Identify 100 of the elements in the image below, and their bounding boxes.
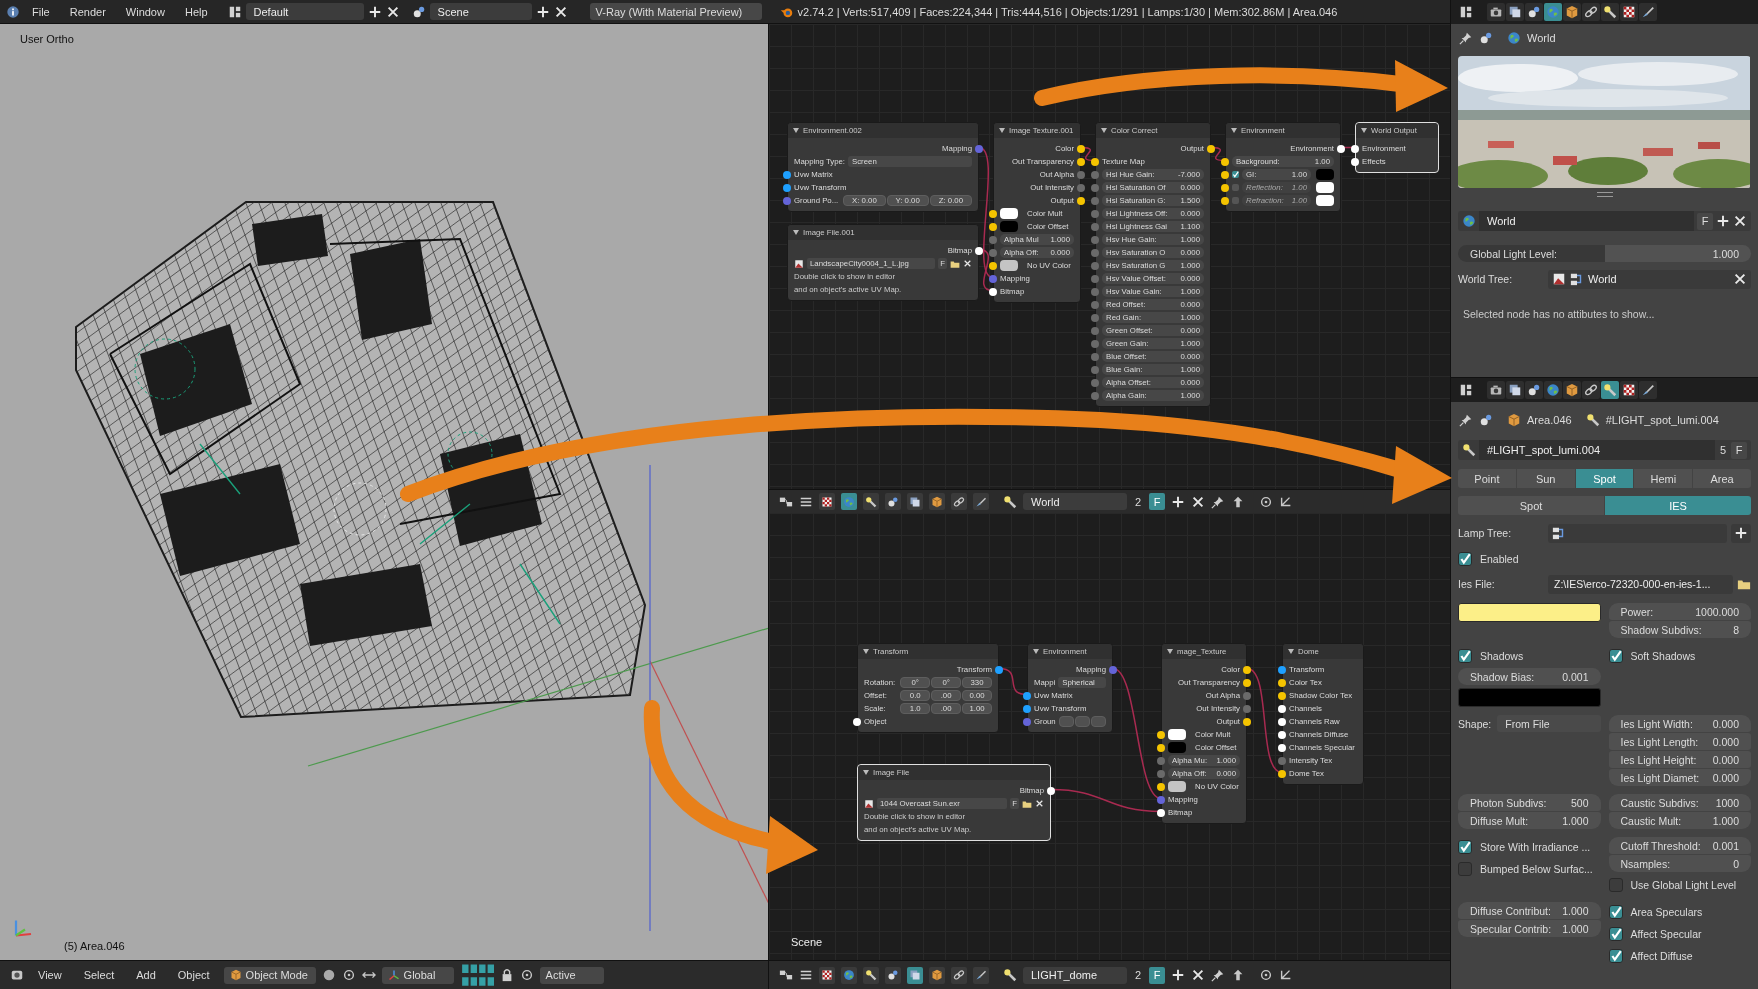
- socket[interactable]: [1023, 704, 1031, 713]
- color-swatch[interactable]: [1000, 221, 1018, 232]
- screen-layout-icon[interactable]: [1459, 5, 1473, 19]
- world-tab[interactable]: [1544, 381, 1562, 399]
- color-swatch[interactable]: [1000, 260, 1018, 271]
- socket[interactable]: [1157, 808, 1165, 817]
- socket[interactable]: [1077, 144, 1085, 153]
- menu-item[interactable]: Window: [117, 3, 173, 20]
- lamp-tree-field[interactable]: [1548, 523, 1727, 543]
- fake-user-button[interactable]: F: [1149, 493, 1166, 510]
- checkbox[interactable]: [1608, 877, 1623, 892]
- color-swatch[interactable]: [1316, 182, 1334, 193]
- lamp-type-button[interactable]: Hemi: [1634, 469, 1693, 488]
- light-mode-button[interactable]: Spot: [1458, 496, 1604, 515]
- screen-layout-icon[interactable]: [1459, 383, 1473, 397]
- layers-tree-button[interactable]: [907, 966, 923, 984]
- close-icon[interactable]: [1191, 968, 1206, 982]
- lamp-tab[interactable]: [1601, 3, 1619, 21]
- socket[interactable]: [989, 287, 997, 296]
- checkbox[interactable]: [1608, 904, 1623, 919]
- close-icon[interactable]: [1733, 272, 1747, 286]
- socket[interactable]: [1157, 730, 1165, 739]
- constraint-tab[interactable]: [1582, 381, 1600, 399]
- menu-item[interactable]: Render: [61, 3, 114, 20]
- menu-item[interactable]: File: [24, 3, 58, 20]
- socket[interactable]: [1221, 157, 1229, 166]
- checkbox[interactable]: [1458, 839, 1472, 854]
- socket[interactable]: [1337, 144, 1345, 153]
- texture-tree-button[interactable]: [819, 966, 835, 984]
- socket[interactable]: [1278, 730, 1286, 739]
- number-field[interactable]: [1058, 715, 1074, 727]
- number-field[interactable]: Photon Subdivs: 500: [1458, 794, 1601, 811]
- socket[interactable]: [1157, 782, 1165, 791]
- world-tree-button[interactable]: [841, 966, 857, 984]
- plus-icon[interactable]: [535, 4, 550, 19]
- node-tree-name[interactable]: World: [1588, 273, 1617, 285]
- color-swatch[interactable]: [1458, 603, 1601, 622]
- socket[interactable]: [1278, 717, 1286, 726]
- plus-icon[interactable]: [1171, 968, 1186, 982]
- socket[interactable]: [783, 183, 791, 192]
- socket[interactable]: [1351, 157, 1359, 166]
- globe-icon[interactable]: [1462, 214, 1476, 228]
- socket[interactable]: [1077, 157, 1085, 166]
- collapse-icon[interactable]: [1101, 128, 1107, 133]
- snap-target-dropdown[interactable]: Active: [539, 966, 604, 984]
- info-icon[interactable]: [6, 4, 20, 19]
- object-tab[interactable]: [1563, 381, 1581, 399]
- texture-tab[interactable]: [1620, 381, 1638, 399]
- collapse-icon[interactable]: [1231, 128, 1237, 133]
- socket[interactable]: [1207, 144, 1215, 153]
- scene-tab[interactable]: [1525, 3, 1543, 21]
- socket[interactable]: [1278, 678, 1286, 687]
- menu-item[interactable]: View: [30, 967, 70, 983]
- object-tree-button[interactable]: [929, 966, 945, 984]
- number-field[interactable]: Shadow Subdivs: 8: [1608, 621, 1751, 638]
- menu-item[interactable]: Help: [176, 3, 216, 20]
- lamp-icon[interactable]: [1462, 443, 1476, 457]
- close-icon[interactable]: [1191, 494, 1206, 509]
- particles-tab[interactable]: [1639, 3, 1657, 21]
- lamp-type-button[interactable]: Sun: [1516, 469, 1575, 488]
- plus-icon[interactable]: [367, 4, 382, 19]
- solid-sphere-icon[interactable]: [321, 968, 336, 982]
- number-field[interactable]: [1090, 715, 1106, 727]
- color-swatch[interactable]: [1168, 729, 1186, 740]
- collapse-icon[interactable]: [1167, 649, 1173, 654]
- socket[interactable]: [995, 665, 1003, 674]
- number-field[interactable]: Diffuse Contribut: 1.000: [1458, 902, 1601, 919]
- color-swatch[interactable]: [1316, 195, 1334, 206]
- fake-user-button[interactable]: F: [1149, 966, 1166, 984]
- orientation-dropdown[interactable]: Global: [381, 966, 454, 984]
- socket[interactable]: [1221, 196, 1229, 205]
- socket[interactable]: [1157, 743, 1165, 752]
- lamp-name-field[interactable]: #LIGHT_spot_lumi.004: [1479, 440, 1715, 460]
- image-icon[interactable]: [794, 258, 804, 269]
- color-swatch[interactable]: [1000, 208, 1018, 219]
- socket[interactable]: [853, 717, 861, 726]
- checkbox[interactable]: [1232, 197, 1239, 204]
- collapse-icon[interactable]: [1361, 128, 1367, 133]
- socket[interactable]: [1243, 717, 1251, 726]
- add-button[interactable]: [1731, 523, 1751, 543]
- checkbox[interactable]: [1232, 184, 1239, 191]
- collapse-icon[interactable]: [863, 649, 869, 654]
- particles-tree-button[interactable]: [973, 966, 989, 984]
- number-field[interactable]: Ies Light Width: 0.000: [1608, 715, 1751, 732]
- pin-icon[interactable]: [1459, 31, 1473, 45]
- layers-tab[interactable]: [1506, 3, 1524, 21]
- checkbox[interactable]: [1608, 948, 1623, 963]
- lamp-type-button[interactable]: Spot: [1575, 469, 1634, 488]
- number-field[interactable]: Specular Contrib: 1.000: [1458, 920, 1601, 937]
- spheres-icon[interactable]: [411, 4, 426, 19]
- plus-icon[interactable]: [1171, 494, 1186, 509]
- socket[interactable]: [1351, 144, 1359, 153]
- layers-tab[interactable]: [1506, 381, 1524, 399]
- close-icon[interactable]: [1733, 214, 1747, 228]
- layers-tree-button[interactable]: [907, 493, 923, 510]
- shape-dropdown[interactable]: From File: [1497, 715, 1601, 732]
- socket[interactable]: [975, 246, 983, 255]
- fake-user-button[interactable]: F: [1731, 441, 1747, 459]
- checkbox[interactable]: [1458, 648, 1472, 663]
- close-icon[interactable]: [963, 259, 972, 268]
